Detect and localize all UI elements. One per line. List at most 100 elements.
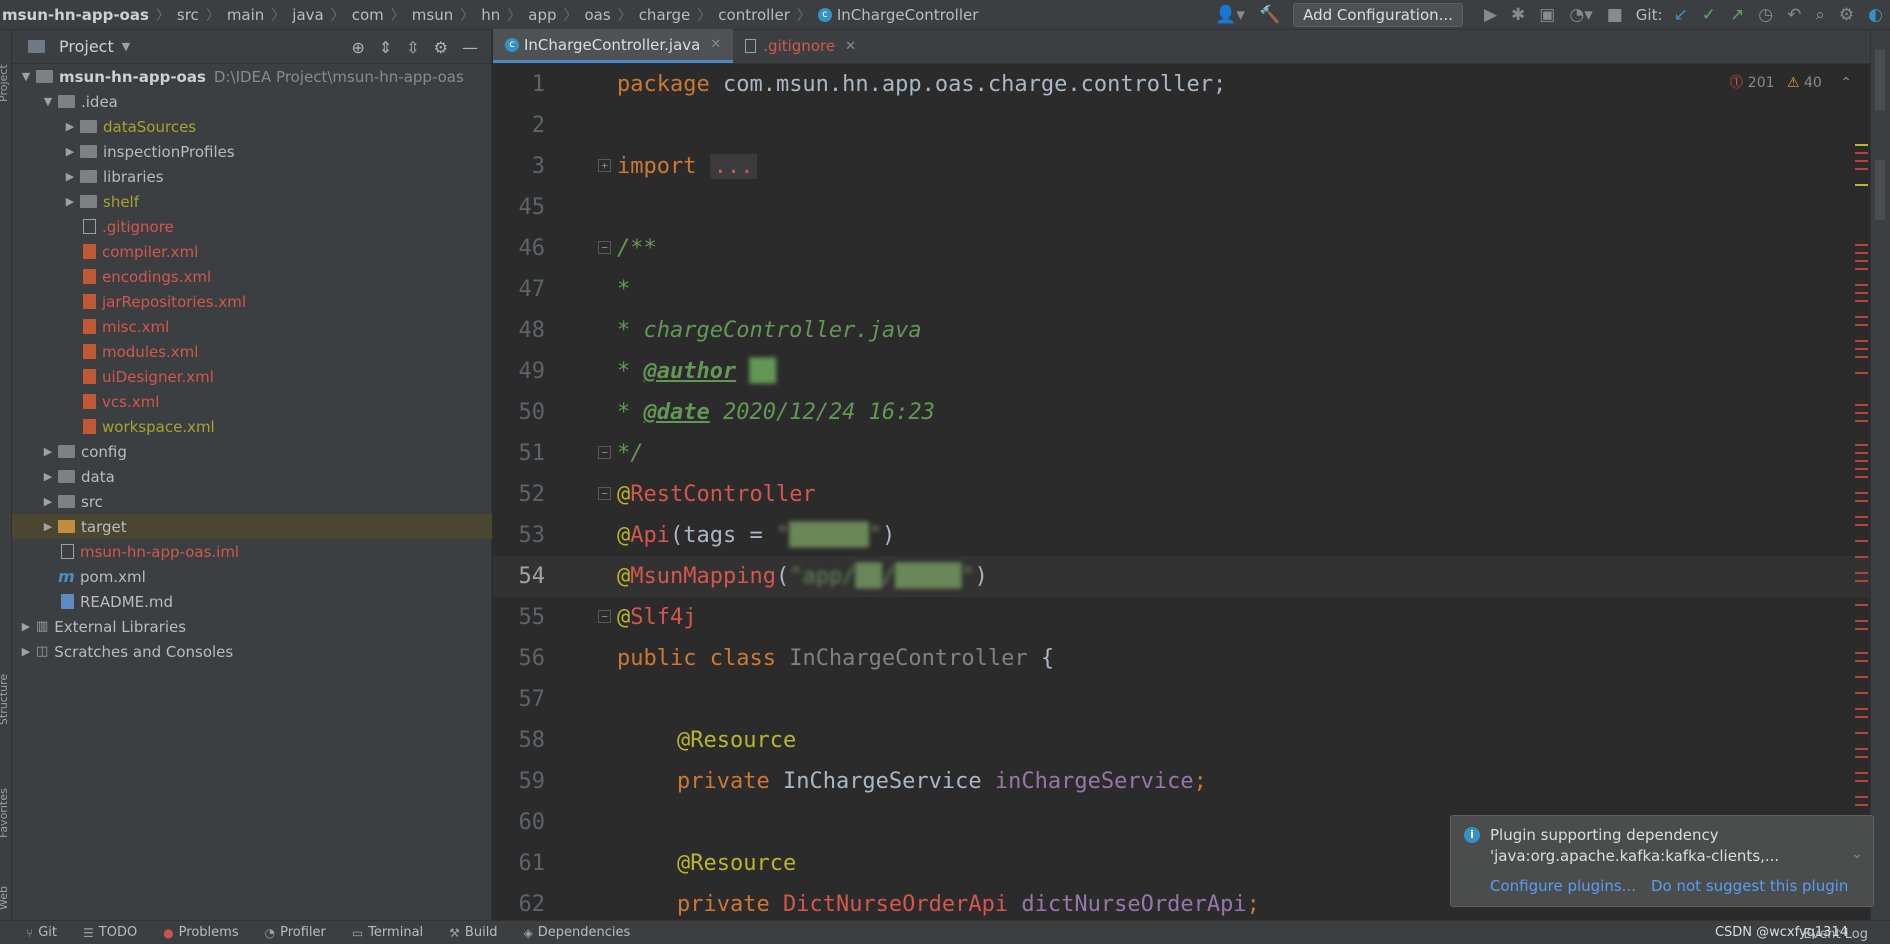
folded-imports[interactable]: ... xyxy=(709,154,758,179)
gear-icon[interactable]: ⚙ xyxy=(434,38,448,57)
breadcrumb-item[interactable]: src xyxy=(177,6,199,24)
fold-collapse-icon[interactable]: − xyxy=(598,446,611,459)
tree-item-target[interactable]: ▶ target xyxy=(12,514,492,539)
tree-item-src[interactable]: ▶ src xyxy=(12,489,492,514)
tree-item-root[interactable]: ▼ msun-hn-app-oas D:\IDEA Project\msun-h… xyxy=(12,64,492,89)
tool-tab-todo[interactable]: ☰ TODO xyxy=(83,925,137,940)
debug-icon[interactable]: ✱ xyxy=(1511,5,1525,25)
tab-gitignore[interactable]: .gitignore ✕ xyxy=(733,29,868,63)
expand-all-icon[interactable]: ⇕ xyxy=(379,38,392,57)
fold-expand-icon[interactable]: + xyxy=(598,159,611,172)
collapse-all-icon[interactable]: ⇳ xyxy=(406,38,419,57)
breadcrumb-item[interactable]: oas xyxy=(585,6,611,24)
stripe-tab-project[interactable]: Project xyxy=(0,64,10,102)
build-hammer-icon[interactable]: 🔨 xyxy=(1259,5,1280,25)
git-update-icon[interactable]: ↙ xyxy=(1674,5,1688,25)
tree-item-pom-xml[interactable]: m pom.xml xyxy=(12,564,492,589)
tree-item-encodings-xml[interactable]: encodings.xml xyxy=(12,264,492,289)
chevron-right-icon[interactable]: ▶ xyxy=(40,445,56,458)
close-icon[interactable]: ✕ xyxy=(710,37,721,52)
chevron-right-icon[interactable]: ▶ xyxy=(62,145,78,158)
tool-tab-git[interactable]: ⑂ Git xyxy=(26,925,57,940)
run-icon[interactable]: ▶ xyxy=(1484,5,1497,25)
history-icon[interactable]: ◷ xyxy=(1758,5,1773,25)
breadcrumb-item[interactable]: msun-hn-app-oas xyxy=(2,6,149,24)
tool-tab-build[interactable]: ⚒ Build xyxy=(449,925,497,940)
breadcrumb-item[interactable]: msun xyxy=(412,6,453,24)
chevron-right-icon[interactable]: ▶ xyxy=(62,195,78,208)
chevron-down-icon[interactable]: ⌄ xyxy=(1851,846,1863,862)
tree-item-inspectionprofiles[interactable]: ▶ inspectionProfiles xyxy=(12,139,492,164)
configure-plugins-link[interactable]: Configure plugins... xyxy=(1490,877,1636,895)
chevron-right-icon[interactable]: ▶ xyxy=(40,520,56,533)
tree-item-gitignore[interactable]: .gitignore xyxy=(12,214,492,239)
chevron-down-icon[interactable]: ▼ xyxy=(18,70,34,83)
tool-tab-profiler[interactable]: ◔ Profiler xyxy=(265,925,326,940)
tool-tab-problems[interactable]: ● Problems xyxy=(163,925,238,940)
do-not-suggest-link[interactable]: Do not suggest this plugin xyxy=(1651,877,1848,895)
user-icon[interactable]: 👤▾ xyxy=(1215,5,1245,25)
stop-icon[interactable]: ■ xyxy=(1607,5,1623,25)
search-icon[interactable]: ⌕ xyxy=(1815,5,1825,25)
tree-item-iml[interactable]: msun-hn-app-oas.iml xyxy=(12,539,492,564)
error-stripe[interactable] xyxy=(1850,104,1870,914)
breadcrumb-item[interactable]: InChargeController xyxy=(837,6,979,24)
tree-item-external-libraries[interactable]: ▶ ▥ External Libraries xyxy=(12,614,492,639)
close-icon[interactable]: ✕ xyxy=(845,39,856,54)
database-tab-icon[interactable] xyxy=(1875,50,1885,110)
chevron-right-icon[interactable]: ▶ xyxy=(18,620,34,633)
stripe-tab-web[interactable]: Web xyxy=(0,886,10,910)
maven-tab-icon[interactable] xyxy=(1875,160,1885,220)
rollback-icon[interactable]: ↶ xyxy=(1787,5,1801,25)
chevron-down-icon[interactable]: ▼ xyxy=(122,40,130,53)
tree-item-uidesigner-xml[interactable]: uiDesigner.xml xyxy=(12,364,492,389)
tree-item-jarrepositories-xml[interactable]: jarRepositories.xml xyxy=(12,289,492,314)
fold-collapse-icon[interactable]: − xyxy=(598,241,611,254)
chevron-right-icon[interactable]: ▶ xyxy=(62,120,78,133)
breadcrumb-item[interactable]: controller xyxy=(718,6,790,24)
tree-item-compiler-xml[interactable]: compiler.xml xyxy=(12,239,492,264)
breadcrumb-item[interactable]: com xyxy=(352,6,384,24)
fold-collapse-icon[interactable]: − xyxy=(598,487,611,500)
stripe-tab-structure[interactable]: Structure xyxy=(0,674,10,725)
tab-inchargecontroller[interactable]: c InChargeController.java ✕ xyxy=(493,29,734,63)
tree-item-shelf[interactable]: ▶ shelf xyxy=(12,189,492,214)
tree-item-datasources[interactable]: ▶ dataSources xyxy=(12,114,492,139)
ide-logo-icon[interactable]: ◐ xyxy=(1868,5,1883,25)
breadcrumb-item[interactable]: java xyxy=(292,6,323,24)
git-push-icon[interactable]: ↗ xyxy=(1730,5,1744,25)
chevron-down-icon[interactable]: ▼ xyxy=(40,95,56,108)
breadcrumb-item[interactable]: app xyxy=(528,6,556,24)
locate-icon[interactable]: ⊕ xyxy=(351,38,364,57)
tree-item-scratches[interactable]: ▶ ◫ Scratches and Consoles xyxy=(12,639,492,664)
chevron-right-icon[interactable]: ▶ xyxy=(40,495,56,508)
stripe-tab-favorites[interactable]: Favorites xyxy=(0,788,10,838)
project-panel-title[interactable]: Project xyxy=(59,37,114,56)
breadcrumb-item[interactable]: main xyxy=(227,6,264,24)
fold-collapse-icon[interactable]: − xyxy=(598,610,611,623)
chevron-right-icon[interactable]: ▶ xyxy=(62,170,78,183)
tree-item-readme[interactable]: README.md xyxy=(12,589,492,614)
code-line-current: 54 @MsunMapping("app/██/█████") xyxy=(493,556,1870,597)
tree-item-data[interactable]: ▶ data xyxy=(12,464,492,489)
tool-tab-dependencies[interactable]: ◈ Dependencies xyxy=(524,925,631,940)
chevron-right-icon[interactable]: ▶ xyxy=(18,645,34,658)
add-configuration-button[interactable]: Add Configuration... xyxy=(1293,3,1463,27)
breadcrumb-item[interactable]: hn xyxy=(481,6,500,24)
tree-item-idea[interactable]: ▼ .idea xyxy=(12,89,492,114)
tree-item-misc-xml[interactable]: misc.xml xyxy=(12,314,492,339)
profile-icon[interactable]: ◔▾ xyxy=(1569,5,1592,25)
tree-item-modules-xml[interactable]: modules.xml xyxy=(12,339,492,364)
tool-tab-terminal[interactable]: ▭ Terminal xyxy=(352,925,423,940)
hide-icon[interactable]: — xyxy=(462,38,478,57)
settings-gear-icon[interactable]: ⚙ xyxy=(1839,5,1854,25)
tree-item-libraries[interactable]: ▶ libraries xyxy=(12,164,492,189)
breadcrumb-item[interactable]: charge xyxy=(639,6,691,24)
git-commit-icon[interactable]: ✓ xyxy=(1702,5,1716,25)
code-editor[interactable]: ⓵ 201 ⚠ 40 ⌃ 1 package com.msun.hn.app.o… xyxy=(493,64,1870,920)
coverage-icon[interactable]: ▣ xyxy=(1539,5,1555,25)
tree-item-config[interactable]: ▶ config xyxy=(12,439,492,464)
tree-item-vcs-xml[interactable]: vcs.xml xyxy=(12,389,492,414)
chevron-right-icon[interactable]: ▶ xyxy=(40,470,56,483)
tree-item-workspace-xml[interactable]: workspace.xml xyxy=(12,414,492,439)
